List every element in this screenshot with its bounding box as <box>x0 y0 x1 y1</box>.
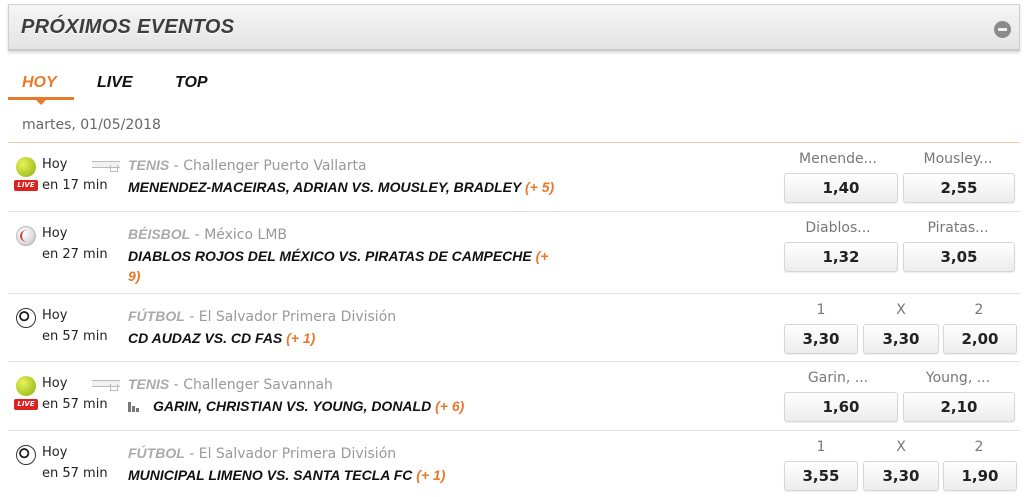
event-row: LIVE Hoy en 57 min TENIS - Challenger Sa… <box>8 362 1020 431</box>
odd-label: 2 <box>974 302 984 318</box>
odd-label: 2 <box>974 439 984 455</box>
sport-name: TENIS <box>128 157 170 173</box>
odd-label: X <box>896 302 906 318</box>
odd-label: Menende... <box>799 151 877 167</box>
event-time: en 17 min <box>42 178 108 193</box>
odd-button[interactable]: 3,30 <box>784 324 858 354</box>
more-markets-link[interactable]: (+ 6) <box>435 398 464 414</box>
match-title[interactable]: MUNICIPAL LIMENO VS. SANTA TECLA FC (+ 1… <box>128 465 445 485</box>
odd-label: Garin, ... <box>807 370 869 386</box>
event-day: Hoy <box>42 445 68 460</box>
more-markets-link[interactable]: (+ 5) <box>525 179 554 195</box>
match-name[interactable]: DIABLOS ROJOS DEL MÉXICO VS. PIRATAS DE … <box>128 248 532 264</box>
event-row: Hoy en 57 min FÚTBOL - El Salvador Prime… <box>8 431 1020 497</box>
tab-hoy[interactable]: HOY <box>22 74 57 92</box>
live-badge: LIVE <box>14 180 38 191</box>
odd-button[interactable]: 3,30 <box>863 461 939 491</box>
competition-name: Challenger Puerto Vallarta <box>183 158 367 174</box>
odd-label: Diablos... <box>805 220 871 236</box>
match-title[interactable]: MENENDEZ-MACEIRAS, ADRIAN VS. MOUSLEY, B… <box>128 177 554 197</box>
event-competition: TENIS - Challenger Puerto Vallarta <box>128 157 367 174</box>
more-markets-link[interactable]: (+ 1) <box>286 330 315 346</box>
match-name[interactable]: CD AUDAZ VS. CD FAS <box>128 330 282 346</box>
match-name[interactable]: GARIN, CHRISTIAN VS. YOUNG, DONALD <box>153 398 431 414</box>
stream-icon[interactable] <box>92 378 120 391</box>
odd-button[interactable]: 2,55 <box>903 173 1015 203</box>
live-badge: LIVE <box>14 399 38 410</box>
event-time: en 57 min <box>42 397 108 412</box>
soccer-ball-icon <box>16 445 36 465</box>
more-markets-link[interactable]: (+ 1) <box>416 467 445 483</box>
event-competition: FÚTBOL - El Salvador Primera División <box>128 445 397 462</box>
odd-label: X <box>896 439 906 455</box>
tennis-ball-icon <box>16 157 36 177</box>
event-competition: TENIS - Challenger Savannah <box>128 376 333 393</box>
event-row: Hoy en 57 min FÚTBOL - El Salvador Prime… <box>8 294 1020 362</box>
event-day: Hoy <box>42 376 68 391</box>
match-title[interactable]: CD AUDAZ VS. CD FAS (+ 1) <box>128 328 315 348</box>
tennis-ball-icon <box>16 376 36 396</box>
event-competition: FÚTBOL - El Salvador Primera División <box>128 308 397 325</box>
date-heading: martes, 01/05/2018 <box>22 117 161 133</box>
odd-button[interactable]: 1,32 <box>784 242 898 272</box>
collapse-icon[interactable] <box>994 21 1011 38</box>
more-markets-link[interactable]: (+ <box>536 248 549 264</box>
event-competition: BÉISBOL - México LMB <box>128 226 288 243</box>
sport-name: FÚTBOL <box>128 445 185 461</box>
competition-name: El Salvador Primera División <box>198 309 397 325</box>
odd-button[interactable]: 2,10 <box>903 392 1015 422</box>
event-day: Hoy <box>42 226 68 241</box>
statistics-icon[interactable] <box>128 400 142 412</box>
baseball-icon <box>16 226 36 246</box>
odd-label: Piratas... <box>927 220 989 236</box>
odd-button[interactable]: 3,30 <box>863 324 939 354</box>
odd-button[interactable]: 2,00 <box>943 324 1017 354</box>
event-time: en 27 min <box>42 247 108 262</box>
competition-name: Challenger Savannah <box>183 377 333 393</box>
active-tab-caret <box>35 99 47 105</box>
match-name[interactable]: MENENDEZ-MACEIRAS, ADRIAN VS. MOUSLEY, B… <box>128 179 521 195</box>
odd-label: 1 <box>816 302 826 318</box>
soccer-ball-icon <box>16 308 36 328</box>
odd-button[interactable]: 3,55 <box>784 461 858 491</box>
sport-name: BÉISBOL <box>128 226 191 242</box>
odd-label: 1 <box>816 439 826 455</box>
event-row: Hoy en 27 min BÉISBOL - México LMB DIABL… <box>8 212 1020 294</box>
match-title[interactable]: DIABLOS ROJOS DEL MÉXICO VS. PIRATAS DE … <box>128 246 598 286</box>
event-row: LIVE Hoy en 17 min TENIS - Challenger Pu… <box>8 143 1020 212</box>
more-markets-link-count[interactable]: 9) <box>128 268 140 284</box>
events-header: PRÓXIMOS EVENTOS <box>8 4 1020 51</box>
section-title: PRÓXIMOS EVENTOS <box>21 16 235 38</box>
event-day: Hoy <box>42 308 68 323</box>
match-title[interactable]: GARIN, CHRISTIAN VS. YOUNG, DONALD (+ 6) <box>153 396 464 416</box>
stream-icon[interactable] <box>92 159 120 172</box>
odd-button[interactable]: 1,90 <box>943 461 1017 491</box>
sport-name: TENIS <box>128 376 170 392</box>
odd-button[interactable]: 1,40 <box>784 173 898 203</box>
odd-button[interactable]: 1,60 <box>784 392 898 422</box>
tab-top[interactable]: TOP <box>175 74 208 92</box>
odd-button[interactable]: 3,05 <box>903 242 1015 272</box>
match-name[interactable]: MUNICIPAL LIMENO VS. SANTA TECLA FC <box>128 467 412 483</box>
competition-name: El Salvador Primera División <box>198 446 397 462</box>
odd-label: Mousley... <box>923 151 993 167</box>
tab-live[interactable]: LIVE <box>97 74 133 92</box>
odd-label: Young, ... <box>925 370 991 386</box>
sport-name: FÚTBOL <box>128 308 185 324</box>
event-time: en 57 min <box>42 329 108 344</box>
event-time: en 57 min <box>42 466 108 481</box>
event-day: Hoy <box>42 157 68 172</box>
competition-name: México LMB <box>204 227 288 243</box>
